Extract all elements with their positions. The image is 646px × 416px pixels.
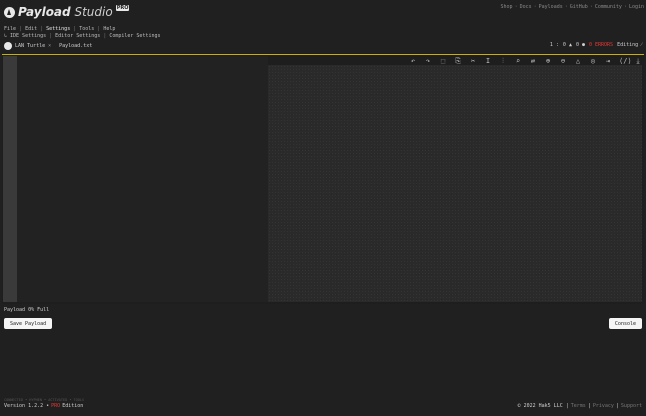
payload-usage-label: Payload 0% Full bbox=[4, 307, 50, 313]
support-link[interactable]: Support bbox=[621, 403, 642, 409]
top-nav: Shop · Docs · Payloads · GitHub · Community ·… bbox=[500, 4, 644, 10]
nav-community[interactable]: Community bbox=[595, 4, 622, 10]
nav-payloads[interactable]: Payloads bbox=[539, 4, 563, 10]
warning-icon[interactable]: △ bbox=[574, 57, 582, 66]
menu-settings[interactable]: Settings bbox=[46, 26, 70, 32]
submenu-arrow-icon: ↳ bbox=[4, 33, 8, 39]
undo-icon[interactable]: ↶ bbox=[409, 57, 417, 66]
errors-count: 0 ● bbox=[575, 42, 585, 48]
copyright-text: © 2022 Hak5 LLC | bbox=[517, 403, 569, 409]
logo-icon bbox=[4, 6, 15, 18]
settings-submenu: ↳ IDE Settings | Editor Settings | Compile… bbox=[4, 33, 161, 39]
tab-label: LAN Turtle bbox=[15, 43, 46, 49]
editing-mode[interactable]: Editing ⁄ bbox=[617, 42, 642, 48]
zoom-out-icon[interactable]: ⊖ bbox=[559, 57, 567, 66]
error-label: 0 ERRORS bbox=[588, 42, 614, 48]
nav-login[interactable]: Login bbox=[629, 4, 644, 10]
app-logo[interactable]: Payload Studio PRO bbox=[4, 5, 130, 19]
insert-icon[interactable]: I bbox=[484, 57, 492, 66]
editor-toolbar: ↶ ↷ ⬚ ⎘ ✂ I ⫶ ⌕ ⇄ ⊕ ⊖ △ ◎ ⇥ ⟨/⟩ ⤓ bbox=[409, 57, 642, 66]
preview-pane bbox=[268, 65, 642, 302]
close-icon[interactable]: × bbox=[48, 43, 51, 49]
pro-badge: PRO bbox=[115, 5, 130, 11]
cut-icon[interactable]: ✂ bbox=[469, 57, 477, 66]
tab-payload-file[interactable]: Payload.txt bbox=[59, 43, 92, 49]
nav-docs[interactable]: Docs bbox=[520, 4, 532, 10]
version-info: Version 1.2.2 • PRO Edition bbox=[4, 403, 83, 409]
tab-lan-turtle[interactable]: LAN Turtle × bbox=[4, 42, 51, 50]
copy-icon[interactable]: ⎘ bbox=[454, 57, 462, 66]
version-label: Version 1.2.2 • bbox=[4, 403, 50, 409]
nav-shop[interactable]: Shop bbox=[501, 4, 513, 10]
code-editor[interactable] bbox=[17, 56, 268, 302]
line-indicator: 1 : bbox=[549, 42, 559, 48]
save-payload-button[interactable]: Save Payload bbox=[4, 318, 53, 329]
zoom-in-icon[interactable]: ⊕ bbox=[544, 57, 552, 66]
submenu-compiler-settings[interactable]: Compiler Settings bbox=[109, 33, 160, 39]
search-icon[interactable]: ⌕ bbox=[514, 57, 522, 66]
indent-icon[interactable]: ⇥ bbox=[604, 57, 612, 66]
console-button[interactable]: Console bbox=[608, 318, 642, 329]
device-icon bbox=[4, 42, 12, 50]
menu-file[interactable]: File bbox=[4, 26, 16, 32]
redo-icon[interactable]: ↷ bbox=[424, 57, 432, 66]
location-icon[interactable]: ◎ bbox=[589, 57, 597, 66]
download-icon[interactable]: ⤓ bbox=[634, 57, 642, 66]
menu-bar: File | Edit | Settings | Tools | Help bbox=[4, 26, 116, 32]
edition-badge: PRO bbox=[51, 403, 61, 409]
nav-github[interactable]: GitHub bbox=[570, 4, 588, 10]
menu-help[interactable]: Help bbox=[103, 26, 115, 32]
warnings-count: 0 ▲ bbox=[562, 42, 572, 48]
footer-status: CONNECTED • HYPHEN • ACTIVATED • TOOLS bbox=[4, 398, 85, 402]
terms-link[interactable]: Terms bbox=[571, 403, 586, 409]
submenu-editor-settings[interactable]: Editor Settings bbox=[55, 33, 100, 39]
select-all-icon[interactable]: ⬚ bbox=[439, 57, 447, 66]
menu-tools[interactable]: Tools bbox=[79, 26, 94, 32]
edition-label: Edition bbox=[62, 403, 84, 409]
submenu-ide-settings[interactable]: IDE Settings bbox=[10, 33, 46, 39]
comment-icon[interactable]: ⟨/⟩ bbox=[619, 57, 632, 66]
menu-edit[interactable]: Edit bbox=[25, 26, 37, 32]
tab-bar: LAN Turtle × Payload.txt bbox=[4, 42, 92, 50]
privacy-link[interactable]: Privacy bbox=[593, 403, 614, 409]
replace-icon[interactable]: ⇄ bbox=[529, 57, 537, 66]
delay-icon[interactable]: ⫶ bbox=[499, 57, 507, 66]
status-bar: 1 : 0 ▲ 0 ● 0 ERRORS Editing ⁄ bbox=[550, 42, 642, 48]
app-title: Payload Studio bbox=[18, 5, 113, 19]
line-gutter bbox=[3, 56, 17, 302]
copyright: © 2022 Hak5 LLC | Terms | Privacy | Suppor… bbox=[517, 403, 642, 409]
tab-label: Payload.txt bbox=[59, 43, 93, 49]
